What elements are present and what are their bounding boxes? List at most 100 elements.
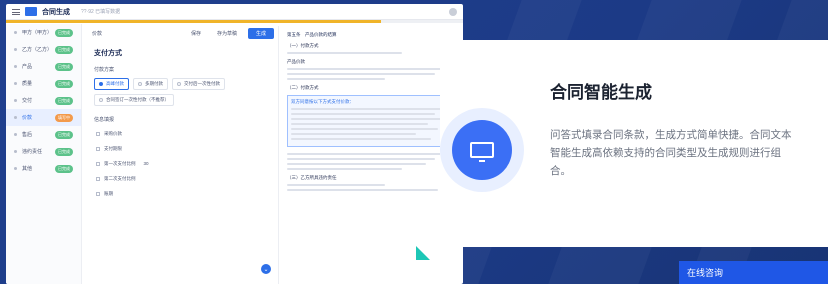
sidebar-item[interactable]: 质量 已完成 xyxy=(6,75,81,92)
feature-card: 合同智能生成 问答式填录合同条款，生成方式简单快捷。合同文本智能生成高依赖支持的… xyxy=(440,40,828,247)
field-label: 第一次支付比例 xyxy=(104,160,136,166)
status-badge: 已完成 xyxy=(55,79,73,88)
doc-item: （一）付款方式 xyxy=(287,43,319,48)
radio-label: 多期付款 xyxy=(145,81,163,86)
sidebar-item[interactable]: 违约责任 已完成 xyxy=(6,143,81,160)
form-field[interactable]: 采购价款 xyxy=(96,129,274,138)
sidebar-item[interactable]: 产品 已完成 xyxy=(6,58,81,75)
form-field[interactable]: 第一次支付比例 30 xyxy=(96,159,274,168)
sidebar-item-label: 质量 xyxy=(22,81,33,87)
menu-icon[interactable] xyxy=(12,8,20,15)
feature-icon xyxy=(452,120,512,180)
form-panel: 价款 保存 存为草稿 生成 支付方式 付款方案 高峰付款 多期付款 交付后一次性付款… xyxy=(86,26,274,284)
radio-icon xyxy=(99,98,103,102)
doc-item: 产品价款 xyxy=(287,59,305,64)
feature-icon-ring xyxy=(440,108,524,192)
radio-label: 高峰付款 xyxy=(106,81,124,86)
app-header: 合同生成 ??·92 已填写数据 xyxy=(6,4,463,20)
doc-highlight: 双方同意按以下方式支付价款： xyxy=(287,95,451,147)
decorative-triangle xyxy=(416,246,430,260)
status-badge: 已完成 xyxy=(55,45,73,54)
feature-title: 合同智能生成 xyxy=(550,83,652,102)
app-subtitle: ??·92 已填写数据 xyxy=(81,9,121,15)
sidebar-item-label: 甲方（甲方） xyxy=(22,30,53,36)
save-button[interactable]: 保存 xyxy=(186,28,206,39)
save-draft-button[interactable]: 存为草稿 xyxy=(212,28,242,39)
field-label: 第二次支付比例 xyxy=(104,175,136,181)
progress-fill xyxy=(6,20,381,23)
field-label: 采购价款 xyxy=(104,130,122,136)
sidebar-item[interactable]: 其他 已完成 xyxy=(6,160,81,177)
sidebar-item[interactable]: 交付 已完成 xyxy=(6,92,81,109)
form-field[interactable]: 账期 xyxy=(96,189,274,198)
bullet-icon xyxy=(14,48,17,51)
avatar[interactable] xyxy=(449,7,457,16)
status-badge: 已完成 xyxy=(55,62,73,71)
status-badge: 已完成 xyxy=(55,28,73,37)
checkbox-icon[interactable] xyxy=(96,131,100,136)
bullet-icon xyxy=(14,31,17,34)
method-label: 付款方案 xyxy=(94,67,115,73)
payment-method-radio[interactable]: 高峰付款 xyxy=(94,78,129,90)
field-label: 支付期限 xyxy=(104,145,122,151)
progress-bar xyxy=(6,20,463,23)
app-window: 合同生成 ??·92 已填写数据 甲方（甲方） 已完成 乙方（乙方） 已完成 产品 已完成… xyxy=(6,4,463,284)
radio-label: 交付后一次性付款 xyxy=(184,81,220,86)
sidebar-item-label: 交付 xyxy=(22,98,33,104)
field-label: 账期 xyxy=(104,190,113,196)
app-title: 合同生成 xyxy=(42,8,70,16)
monitor-icon xyxy=(470,142,494,162)
checkbox-icon[interactable] xyxy=(96,191,100,196)
form-header: 价款 保存 存为草稿 生成 xyxy=(86,26,274,40)
radio-label: 合同签订一次性付款（不推荐） xyxy=(106,97,169,102)
doc-item: （三）乙方所具违约责任 xyxy=(287,175,337,180)
status-badge: 已完成 xyxy=(55,147,73,156)
sidebar-item-label: 乙方（乙方） xyxy=(22,47,53,53)
document-preview: 第五条 产品价款的结算 （一）付款方式 产品价款 （二）付款方式 双方同意按以下… xyxy=(278,26,459,284)
sidebar: 甲方（甲方） 已完成 乙方（乙方） 已完成 产品 已完成 质量 已完成 交付 已完成 价款 填写中 售后… xyxy=(6,24,82,284)
payment-method-radio[interactable]: 多期付款 xyxy=(133,78,168,90)
bullet-icon xyxy=(14,65,17,68)
checkbox-icon[interactable] xyxy=(96,161,100,166)
radio-icon xyxy=(99,82,103,86)
sidebar-item[interactable]: 价款 填写中 xyxy=(6,109,81,126)
feature-description: 问答式填录合同条款，生成方式简单快捷。合同文本智能生成高依赖支持的合同类型及生成… xyxy=(550,129,792,177)
bullet-icon xyxy=(14,99,17,102)
sidebar-item-label: 产品 xyxy=(22,64,33,70)
payment-method-radio[interactable]: 交付后一次性付款 xyxy=(172,78,225,90)
status-badge: 填写中 xyxy=(55,113,73,122)
bullet-icon xyxy=(14,150,17,153)
doc-highlight-title: 双方同意按以下方式支付价款： xyxy=(291,99,354,104)
scroll-down-button[interactable]: ⌄ xyxy=(261,264,271,274)
sidebar-item-label: 其他 xyxy=(22,166,33,172)
checkbox-icon[interactable] xyxy=(96,146,100,151)
sidebar-item-label: 价款 xyxy=(22,115,33,121)
logo-icon xyxy=(25,7,37,16)
radio-icon xyxy=(177,82,181,86)
doc-item: （二）付款方式 xyxy=(287,85,319,90)
doc-section-title: 第五条 产品价款的结算 xyxy=(287,32,337,37)
chevron-down-icon: ⌄ xyxy=(263,266,269,273)
bullet-icon xyxy=(14,82,17,85)
radio-icon xyxy=(138,82,142,86)
sidebar-item-label: 售后 xyxy=(22,132,33,138)
sidebar-item-label: 违约责任 xyxy=(22,149,43,155)
status-badge: 已完成 xyxy=(55,96,73,105)
form-field[interactable]: 第二次支付比例 xyxy=(96,174,274,183)
bullet-icon xyxy=(14,133,17,136)
bullet-icon xyxy=(14,167,17,170)
online-consult-button[interactable]: 在线咨询 xyxy=(679,261,828,284)
bullet-icon xyxy=(14,116,17,119)
status-badge: 已完成 xyxy=(55,130,73,139)
sidebar-item[interactable]: 乙方（乙方） 已完成 xyxy=(6,41,81,58)
status-badge: 已完成 xyxy=(55,164,73,173)
form-field[interactable]: 支付期限 xyxy=(96,144,274,153)
payment-method-options: 高峰付款 多期付款 交付后一次性付款合同签订一次性付款（不推荐） xyxy=(94,78,274,106)
info-title: 信息填报 xyxy=(94,117,115,123)
field-value[interactable]: 30 xyxy=(144,161,149,166)
sidebar-item[interactable]: 甲方（甲方） 已完成 xyxy=(6,24,81,41)
payment-method-radio[interactable]: 合同签订一次性付款（不推荐） xyxy=(94,94,174,106)
generate-button[interactable]: 生成 xyxy=(247,27,274,39)
sidebar-item[interactable]: 售后 已完成 xyxy=(6,126,81,143)
checkbox-icon[interactable] xyxy=(96,176,100,181)
